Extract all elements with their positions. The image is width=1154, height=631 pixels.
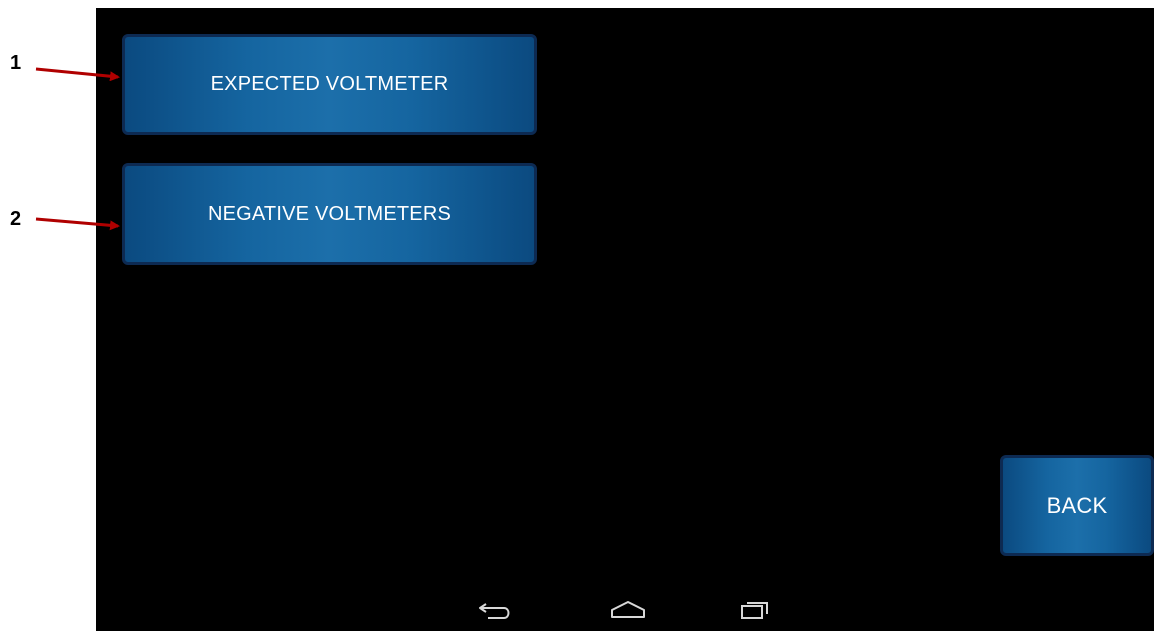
callout-arrow-2 [35,217,120,231]
back-button[interactable]: BACK [1000,455,1154,556]
recent-apps-icon[interactable] [734,590,778,631]
system-navigation-bar [96,590,1154,631]
callout-arrow-1 [35,67,120,82]
expected-voltmeter-button[interactable]: EXPECTED VOLTMETER [122,34,537,135]
back-icon[interactable] [474,590,518,631]
negative-voltmeters-label: NEGATIVE VOLTMETERS [207,202,452,225]
home-icon[interactable] [606,590,650,631]
back-label: BACK [1046,492,1108,518]
expected-voltmeter-label: EXPECTED VOLTMETER [210,73,449,95]
negative-voltmeters-button[interactable]: NEGATIVE VOLTMETERS [122,163,537,265]
